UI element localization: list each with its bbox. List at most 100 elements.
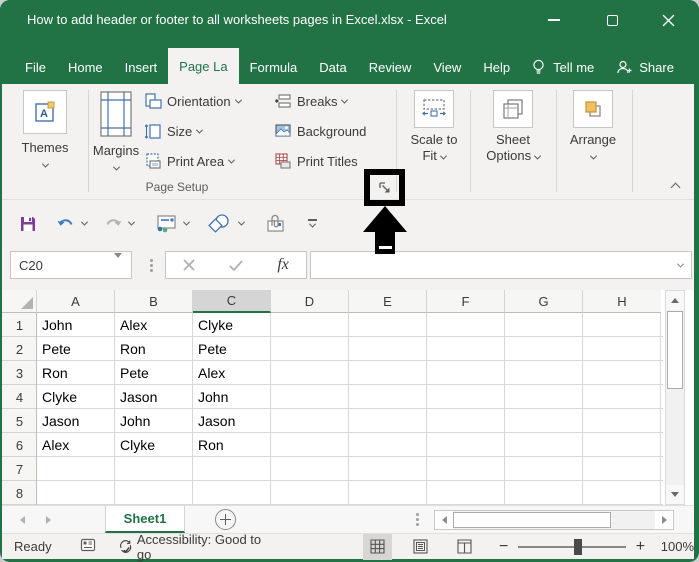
cell-b2[interactable]: Ron [115,337,193,361]
zoom-slider-handle[interactable] [574,539,582,555]
vertical-scrollbar-thumb[interactable] [667,311,683,389]
page-break-view-button[interactable] [451,534,480,560]
row-header-6[interactable]: 6 [2,433,37,457]
cell-a1[interactable]: John [37,313,115,337]
name-box-dropdown-icon[interactable] [114,253,122,273]
minimize-button[interactable] [543,12,565,28]
dialog-launcher-icon[interactable] [378,181,392,195]
zoom-level[interactable]: 100% [661,539,694,554]
maximize-button[interactable] [601,12,623,28]
themes-button[interactable]: A Themes [8,88,82,194]
scroll-up-button[interactable] [666,291,684,310]
arrange-button[interactable]: Arrange [562,88,624,194]
row-header-4[interactable]: 4 [2,385,37,409]
tab-help[interactable]: Help [472,50,521,84]
sheet-tab-sheet1[interactable]: Sheet1 [105,506,185,533]
row-header-1[interactable]: 1 [2,313,37,337]
zoom-out-button[interactable]: − [497,538,510,556]
cell-b3[interactable]: Pete [115,361,193,385]
sheet-nav-right-button[interactable] [46,516,51,524]
cell-c4[interactable]: John [193,385,271,409]
cell-b5[interactable]: John [115,409,193,433]
zoom-in-button[interactable]: + [634,538,647,556]
enter-check-icon[interactable] [229,260,243,271]
attachment-button[interactable] [260,209,290,239]
tab-home[interactable]: Home [57,50,114,84]
cell-c6[interactable]: Ron [193,433,271,457]
column-header-c[interactable]: C [193,290,271,313]
spreadsheet-grid[interactable]: John Alex Clyke Pete Ron Pete Ron Pete A… [37,313,663,505]
cell-c2[interactable]: Pete [193,337,271,361]
share-button[interactable]: Share [605,50,685,84]
size-button[interactable]: Size [144,118,202,144]
normal-view-button[interactable] [363,534,392,560]
cell-c3[interactable]: Alex [193,361,271,385]
formula-input[interactable] [310,251,692,279]
column-header-f[interactable]: F [427,290,505,313]
vertical-scrollbar[interactable] [665,290,685,505]
tab-insert[interactable]: Insert [114,50,169,84]
cell-a4[interactable]: Clyke [37,385,115,409]
tab-data[interactable]: Data [308,50,357,84]
print-area-button[interactable]: Print Area [144,148,234,174]
customize-qat-button[interactable] [304,209,321,239]
orientation-button[interactable]: Orientation [144,88,241,114]
background-button[interactable]: Background [274,118,366,144]
row-header-3[interactable]: 3 [2,361,37,385]
print-titles-button[interactable]: Print Titles [274,148,358,174]
tab-page-layout[interactable]: Page La [168,48,238,84]
cell-b1[interactable]: Alex [115,313,193,337]
column-header-g[interactable]: G [505,290,583,313]
column-header-d[interactable]: D [271,290,349,313]
cell-a2[interactable]: Pete [37,337,115,361]
row-header-7[interactable]: 7 [2,457,37,481]
breaks-button[interactable]: Breaks [274,88,347,114]
drag-dots-icon[interactable] [150,257,153,274]
chevron-down-icon[interactable] [183,219,190,226]
close-button[interactable] [657,12,679,28]
save-button[interactable] [14,209,42,239]
column-header-b[interactable]: B [115,290,193,313]
scroll-left-button[interactable] [435,511,453,529]
tab-view[interactable]: View [422,50,472,84]
collapse-ribbon-icon[interactable] [671,183,681,193]
cell-b6[interactable]: Clyke [115,433,193,457]
horizontal-scrollbar[interactable] [434,510,674,530]
page-layout-view-button[interactable] [406,534,435,560]
cell-a3[interactable]: Ron [37,361,115,385]
accessibility-status[interactable]: Accessibility: Good to go [118,532,265,562]
row-header-5[interactable]: 5 [2,409,37,433]
macro-record-button[interactable] [80,537,96,556]
formula-bar-expand-icon[interactable] [677,260,684,267]
name-box[interactable]: C20 [10,251,132,279]
tab-review[interactable]: Review [358,50,423,84]
column-header-h[interactable]: H [583,290,661,313]
column-header-a[interactable]: A [37,290,115,313]
tab-file[interactable]: File [14,50,57,84]
sheet-nav-left-button[interactable] [20,516,25,524]
cell-c5[interactable]: Jason [193,409,271,433]
drag-dots-icon[interactable] [416,511,419,528]
chevron-down-icon[interactable] [238,219,245,226]
tab-formulas[interactable]: Formula [239,50,309,84]
scale-to-fit-button[interactable]: Scale to Fit [402,88,466,194]
tell-me-button[interactable]: Tell me [521,50,605,84]
column-header-e[interactable]: E [349,290,427,313]
redo-button[interactable] [99,209,127,239]
cell-a5[interactable]: Jason [37,409,115,433]
chevron-down-icon[interactable] [128,219,135,226]
scroll-down-button[interactable] [666,485,684,504]
mail-people-button[interactable] [150,209,182,239]
add-sheet-button[interactable] [215,509,236,530]
zoom-slider[interactable] [518,546,626,548]
shapes-button[interactable] [203,209,237,239]
sheet-options-button[interactable]: Sheet Options [478,88,548,194]
select-all-corner[interactable] [2,290,37,313]
scroll-right-button[interactable] [655,511,673,529]
cell-c1[interactable]: Clyke [193,313,271,337]
cell-a6[interactable]: Alex [37,433,115,457]
row-header-2[interactable]: 2 [2,337,37,361]
insert-function-button[interactable]: fx [277,256,289,274]
horizontal-scrollbar-thumb[interactable] [453,512,611,528]
cell-b4[interactable]: Jason [115,385,193,409]
